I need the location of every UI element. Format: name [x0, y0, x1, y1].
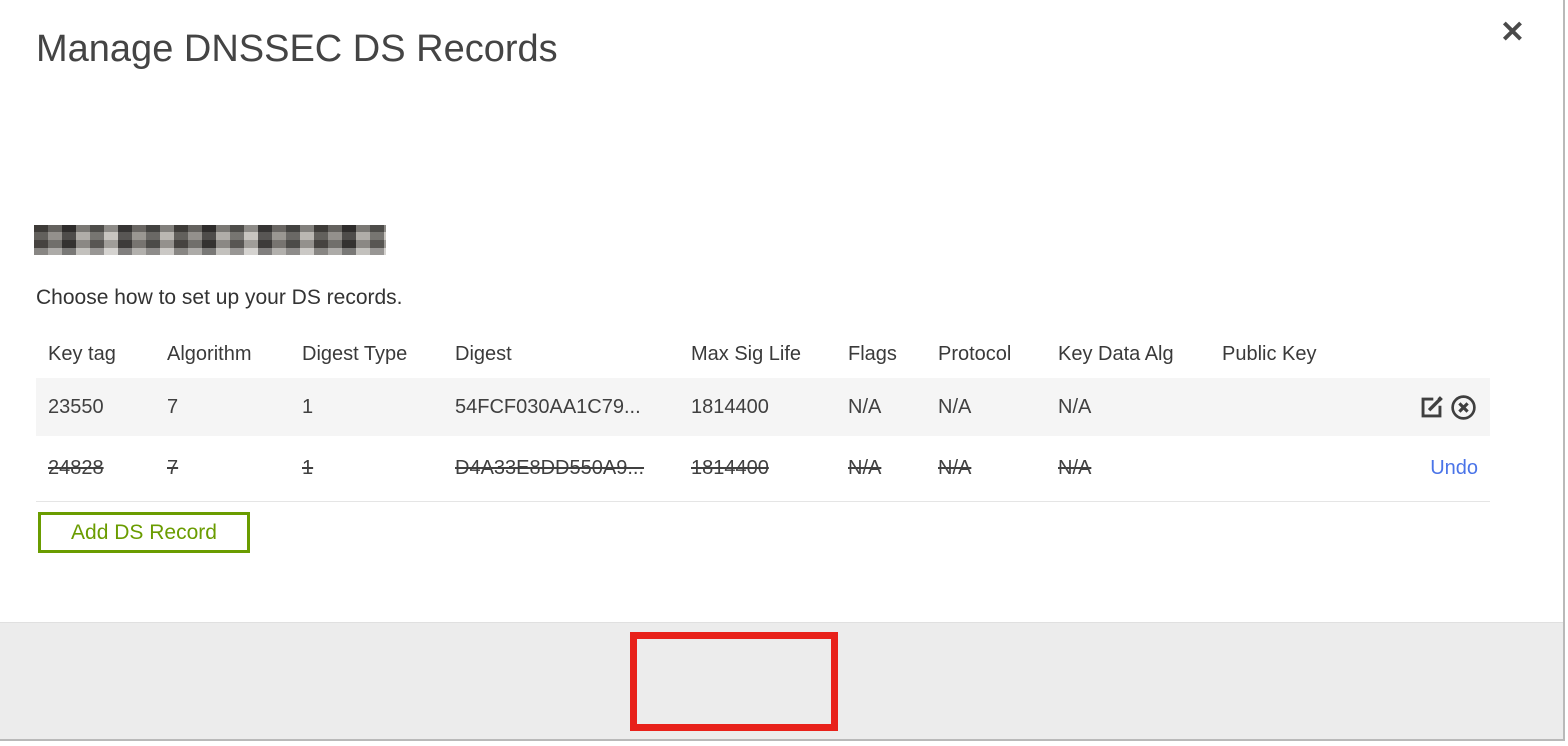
col-header-protocol: Protocol	[938, 342, 1012, 365]
col-header-key-tag: Key tag	[48, 342, 116, 365]
flags-value: N/A	[848, 457, 882, 479]
close-icon[interactable]: ✕	[1500, 18, 1525, 48]
col-header-digest: Digest	[455, 342, 512, 365]
col-header-key-data-alg: Key Data Alg	[1058, 342, 1174, 365]
row-actions: Undo	[1382, 457, 1478, 480]
protocol-value: N/A	[938, 457, 972, 479]
key-data-alg-value: N/A	[1058, 457, 1092, 479]
undo-link[interactable]: Undo	[1430, 457, 1478, 480]
redacted-domain-name	[34, 225, 386, 255]
ds-records-table: Key tag Algorithm Digest Type Digest Max…	[36, 330, 1490, 502]
algorithm-value: 7	[167, 395, 179, 418]
digest-value: 54FCF030AA1C79...	[455, 395, 641, 418]
digest-type-value: 1	[302, 457, 314, 479]
max-sig-life-value: 1814400	[691, 395, 769, 418]
algorithm-value: 7	[167, 457, 179, 479]
col-header-flags: Flags	[848, 342, 897, 365]
key-tag-value: 24828	[48, 457, 104, 479]
digest-value: D4A33E8DD550A9...	[455, 457, 645, 479]
delete-icon[interactable]	[1449, 393, 1478, 422]
modal-footer: Save Cancel	[0, 622, 1563, 739]
table-header-row: Key tag Algorithm Digest Type Digest Max…	[36, 330, 1490, 378]
flags-value: N/A	[848, 395, 882, 418]
digest-type-value: 1	[302, 395, 314, 418]
col-header-digest-type: Digest Type	[302, 342, 408, 365]
protocol-value: N/A	[938, 395, 972, 418]
key-tag-value: 23550	[48, 395, 104, 418]
col-header-public-key: Public Key	[1222, 342, 1317, 365]
col-header-algorithm: Algorithm	[167, 342, 252, 365]
table-row: 23550 7 1 54FCF030AA1C79... 1814400 N/A …	[36, 378, 1490, 436]
page-title: Manage DNSSEC DS Records	[36, 28, 558, 70]
table-row-deleted: 24828 7 1 D4A33E8DD550A9... 1814400 N/A …	[36, 436, 1490, 502]
dnssec-modal: Manage DNSSEC DS Records ✕ Choose how to…	[0, 0, 1565, 741]
row-actions	[1382, 393, 1478, 422]
max-sig-life-value: 1814400	[691, 457, 769, 479]
col-header-max-sig-life: Max Sig Life	[691, 342, 802, 365]
key-data-alg-value: N/A	[1058, 395, 1092, 418]
edit-icon[interactable]	[1417, 393, 1446, 422]
add-ds-record-button[interactable]: Add DS Record	[38, 512, 250, 553]
instruction-text: Choose how to set up your DS records.	[36, 286, 403, 309]
